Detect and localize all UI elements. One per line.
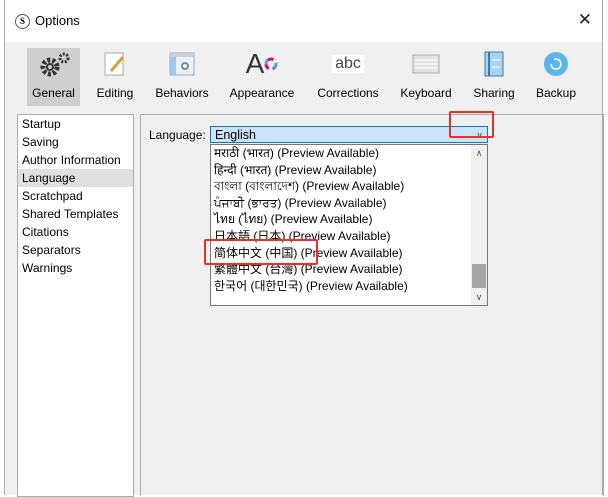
app-logo-icon: S <box>15 14 30 29</box>
tab-keyboard[interactable]: Keyboard <box>397 48 455 106</box>
tab-label: Editing <box>96 86 134 100</box>
sidebar-list: Startup Saving Author Information Langua… <box>17 114 134 497</box>
sidebar-item-separators[interactable]: Separators <box>18 241 133 259</box>
sidebar-item-warnings[interactable]: Warnings <box>18 259 133 277</box>
gears-icon <box>27 48 80 80</box>
scroll-down-icon[interactable]: ∨ <box>471 289 487 305</box>
sidebar-item-citations[interactable]: Citations <box>18 223 133 241</box>
title-bar: S Options ✕ <box>5 0 602 42</box>
close-button[interactable]: ✕ <box>578 10 592 30</box>
tab-editing[interactable]: Editing <box>93 48 137 106</box>
tab-label: Behaviors <box>155 86 209 100</box>
language-option[interactable]: ไทย (ไทย) (Preview Available) <box>211 211 487 228</box>
dropdown-scrollbar[interactable]: ∧ ∨ <box>471 145 487 305</box>
tab-label: Corrections <box>317 86 379 100</box>
tab-label: Sharing <box>473 86 515 100</box>
sidebar-item-language[interactable]: Language <box>18 169 133 187</box>
language-select[interactable]: English ∨ <box>210 126 488 143</box>
sharing-icon <box>471 48 517 80</box>
tab-label: Appearance <box>229 86 295 100</box>
tab-backup[interactable]: Backup <box>533 48 579 106</box>
tab-corrections[interactable]: abc Corrections <box>313 48 383 106</box>
language-option[interactable]: हिन्दी (भारत) (Preview Available) <box>211 162 487 179</box>
language-option[interactable]: ਪੰਜਾਬੀ (ਭਾਰਤ) (Preview Available) <box>211 195 487 212</box>
window-title: Options <box>35 13 80 28</box>
tab-sharing[interactable]: Sharing <box>471 48 517 106</box>
appearance-glyph: A <box>245 48 265 79</box>
language-value: English <box>215 128 256 142</box>
abc-glyph: abc <box>332 55 364 73</box>
pencil-icon <box>93 48 137 80</box>
highlight-box-dropdown-arrow <box>449 111 494 138</box>
sidebar-item-scratchpad[interactable]: Scratchpad <box>18 187 133 205</box>
sidebar-item-shared-templates[interactable]: Shared Templates <box>18 205 133 223</box>
language-option[interactable]: 한국어 (대한민국) (Preview Available) <box>211 278 487 295</box>
language-option[interactable]: বাংলা (বাংলাদেশ) (Preview Available) <box>211 178 487 195</box>
highlight-box-simplified-chinese <box>204 239 318 265</box>
font-color-icon: A <box>227 48 297 80</box>
window-gear-icon <box>153 48 211 80</box>
language-dropdown-list: मराठी (भारत) (Preview Available) हिन्दी … <box>210 144 488 306</box>
scroll-up-icon[interactable]: ∧ <box>471 145 487 161</box>
tab-appearance[interactable]: A Appearance <box>227 48 297 106</box>
tab-label: General <box>32 86 75 100</box>
language-option[interactable]: मराठी (भारत) (Preview Available) <box>211 145 487 162</box>
tab-label: Backup <box>535 86 577 100</box>
scrollbar-thumb[interactable] <box>472 264 486 288</box>
backup-icon <box>533 48 579 80</box>
keyboard-icon <box>397 48 455 80</box>
sidebar-item-saving[interactable]: Saving <box>18 133 133 151</box>
sidebar-item-author-information[interactable]: Author Information <box>18 151 133 169</box>
abc-icon: abc <box>313 48 383 80</box>
tab-behaviors[interactable]: Behaviors <box>153 48 211 106</box>
tab-label: Keyboard <box>400 86 452 100</box>
language-label: Language: <box>149 128 206 142</box>
sidebar-item-startup[interactable]: Startup <box>18 115 133 133</box>
tab-general[interactable]: General <box>27 48 80 106</box>
